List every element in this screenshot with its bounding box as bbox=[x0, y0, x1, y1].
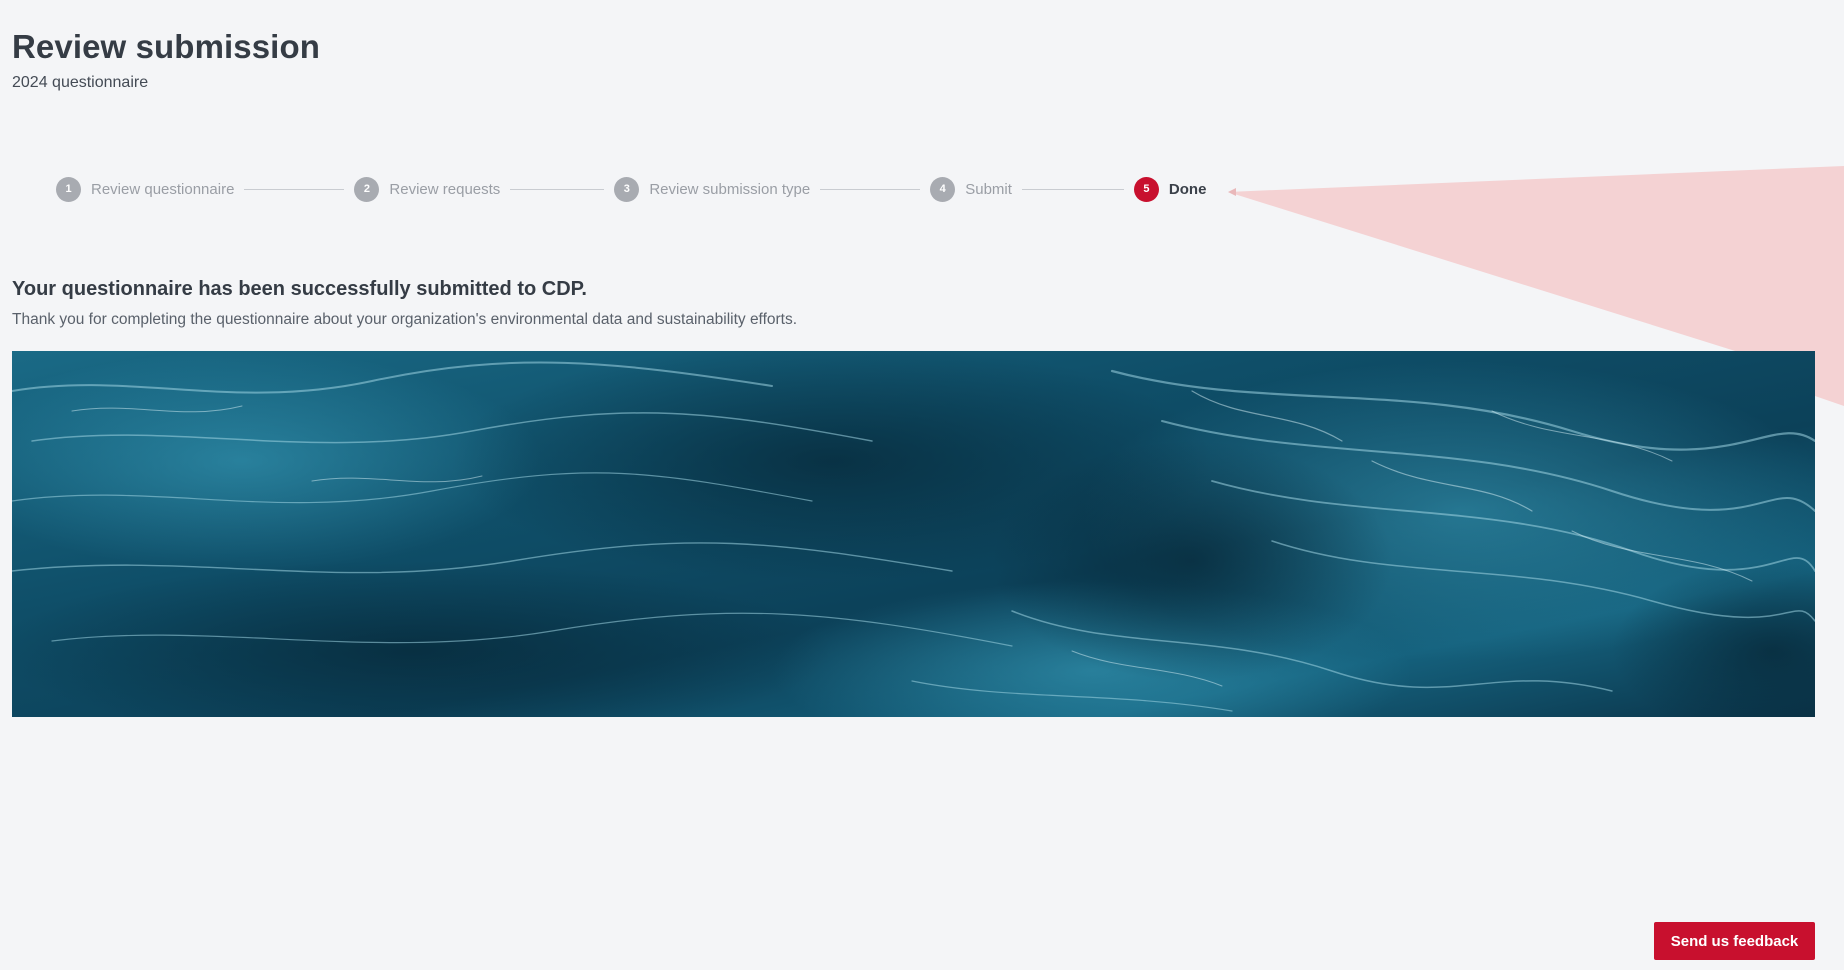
step-number-badge: 1 bbox=[56, 176, 81, 202]
page-subtitle: 2024 questionnaire bbox=[12, 74, 149, 91]
step-number-badge: 2 bbox=[354, 176, 380, 202]
step-label: Review questionnaire bbox=[91, 180, 235, 198]
success-description: Thank you for completing the questionnai… bbox=[12, 311, 798, 328]
ocean-waves-icon bbox=[12, 351, 1815, 717]
step-connector bbox=[1021, 188, 1124, 190]
step-review-questionnaire[interactable]: 1 Review questionnaire bbox=[56, 176, 235, 202]
progress-stepper: 1 Review questionnaire 2 Review requests… bbox=[56, 176, 1206, 202]
step-review-requests[interactable]: 2 Review requests bbox=[354, 176, 501, 202]
step-label: Review submission type bbox=[649, 180, 811, 198]
app-window: Review submission 2024 questionnaire 1 R… bbox=[0, 0, 1844, 970]
ocean-waves-image bbox=[12, 351, 1815, 717]
send-feedback-button[interactable]: Send us feedback bbox=[1654, 922, 1815, 960]
step-connector bbox=[510, 188, 605, 190]
step-review-submission-type[interactable]: 3 Review submission type bbox=[614, 176, 811, 202]
step-connector bbox=[244, 188, 345, 190]
step-number-badge: 5 bbox=[1133, 176, 1159, 202]
step-label: Done bbox=[1168, 180, 1207, 198]
step-label: Review requests bbox=[389, 180, 501, 198]
page-title: Review submission bbox=[12, 28, 320, 65]
step-label: Submit bbox=[965, 180, 1012, 198]
step-number-badge: 4 bbox=[930, 176, 956, 202]
step-done[interactable]: 5 Done bbox=[1133, 176, 1207, 202]
step-number-badge: 3 bbox=[614, 176, 640, 202]
step-submit[interactable]: 4 Submit bbox=[930, 176, 1012, 202]
success-heading: Your questionnaire has been successfully… bbox=[12, 278, 587, 300]
step-connector bbox=[820, 188, 921, 190]
